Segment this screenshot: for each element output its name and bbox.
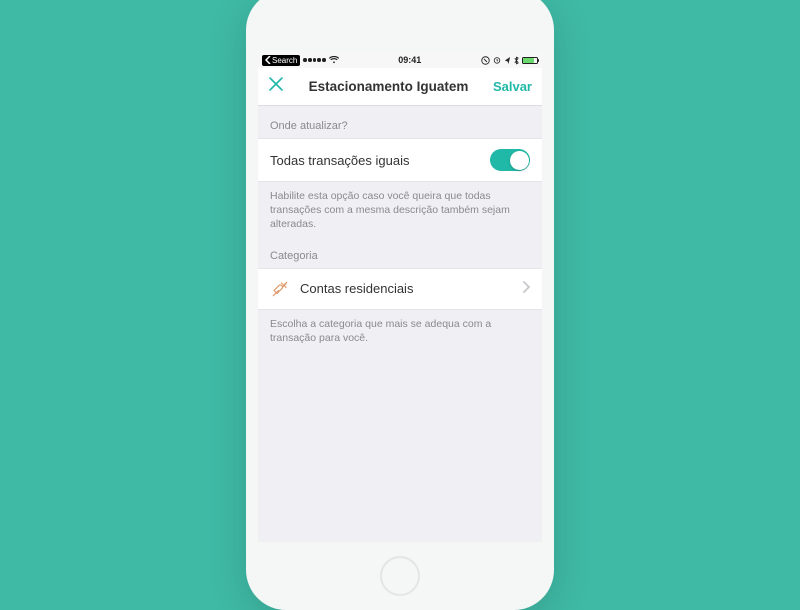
chevron-left-icon: [265, 56, 271, 64]
category-value: Contas residenciais: [300, 281, 522, 296]
home-button[interactable]: [380, 556, 420, 596]
battery-icon: [522, 57, 538, 64]
do-not-disturb-icon: [481, 56, 490, 65]
row-label: Todas transações iguais: [270, 153, 490, 168]
phone-frame: Search 09:41 Est: [246, 0, 554, 610]
chevron-right-icon: [522, 281, 530, 296]
navigation-bar: Estacionamento Iguatem Salvar: [258, 68, 542, 106]
status-left: Search: [262, 55, 339, 66]
tools-icon: [270, 279, 290, 299]
back-label: Search: [272, 55, 297, 66]
row-category[interactable]: Contas residenciais: [258, 268, 542, 310]
page-title: Estacionamento Iguatem: [284, 79, 493, 94]
alarm-icon: [493, 56, 501, 64]
screen: Search 09:41 Est: [258, 52, 542, 542]
row-all-similar-transactions[interactable]: Todas transações iguais: [258, 138, 542, 182]
caption-update: Habilite esta opção caso você queira que…: [258, 182, 542, 236]
status-right: [481, 56, 538, 65]
wifi-icon: [329, 56, 339, 64]
signal-dots-icon: [303, 58, 325, 62]
status-bar: Search 09:41: [258, 52, 542, 68]
close-icon: [268, 76, 284, 92]
status-time: 09:41: [398, 55, 421, 65]
toggle-all-similar[interactable]: [490, 149, 530, 171]
section-header-category: Categoria: [258, 236, 542, 268]
back-to-search[interactable]: Search: [262, 55, 300, 66]
section-header-update: Onde atualizar?: [258, 106, 542, 138]
location-icon: [504, 56, 511, 65]
close-button[interactable]: [268, 76, 284, 97]
save-button[interactable]: Salvar: [493, 79, 532, 94]
bluetooth-icon: [514, 56, 519, 65]
caption-category: Escolha a categoria que mais se adequa c…: [258, 310, 542, 349]
